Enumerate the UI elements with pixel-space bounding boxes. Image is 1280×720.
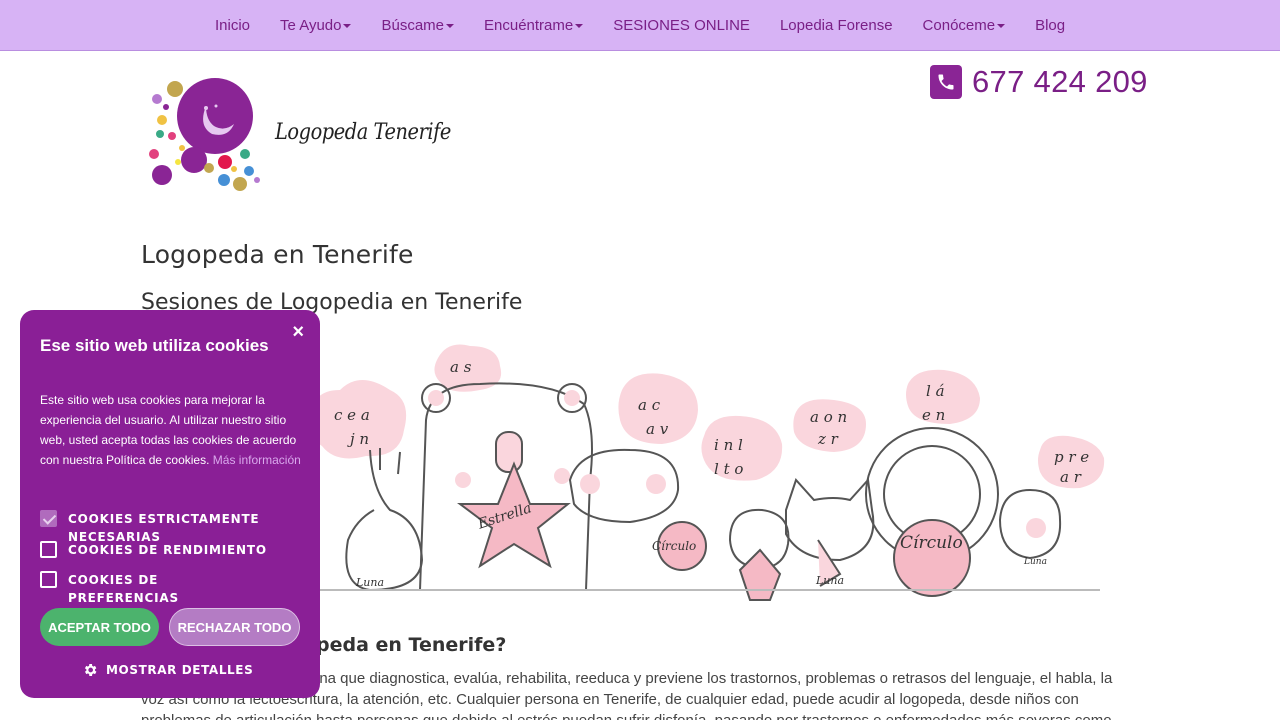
svg-text:p r e: p r e bbox=[1054, 448, 1089, 466]
phone-contact[interactable]: 677 424 209 bbox=[930, 64, 1148, 100]
performance-checkbox[interactable] bbox=[40, 541, 57, 558]
accept-all-button[interactable]: ACEPTAR TODO bbox=[40, 608, 159, 646]
nav-item-encuentrame[interactable]: Encuéntrame bbox=[469, 17, 598, 34]
nav-item-inicio[interactable]: Inicio bbox=[200, 17, 265, 34]
svg-text:i n l: i n l bbox=[714, 436, 743, 454]
cookie-title: Ese sitio web utiliza cookies bbox=[40, 336, 269, 355]
svg-text:Círculo: Círculo bbox=[652, 539, 696, 553]
phone-icon bbox=[930, 65, 962, 99]
svg-text:a r: a r bbox=[1060, 468, 1082, 486]
brand-name[interactable]: Logopeda Tenerife bbox=[275, 120, 451, 145]
nav-item-blog[interactable]: Blog bbox=[1020, 17, 1080, 34]
svg-text:l á: l á bbox=[926, 382, 945, 400]
svg-text:a v: a v bbox=[646, 420, 669, 438]
svg-text:e n: e n bbox=[922, 406, 945, 424]
page-title: Logopeda en Tenerife bbox=[141, 240, 414, 269]
cookie-description: Este sitio web usa cookies para mejorar … bbox=[40, 393, 301, 467]
animals-illustration: c e aj n a s a ca v i n ll t o a o nz r … bbox=[310, 344, 1105, 601]
preferences-checkbox[interactable] bbox=[40, 571, 57, 588]
caret-down-icon bbox=[446, 24, 455, 28]
svg-text:j n: j n bbox=[347, 430, 369, 448]
close-icon[interactable]: × bbox=[292, 322, 304, 342]
svg-text:a o n: a o n bbox=[810, 408, 847, 426]
svg-text:Luna: Luna bbox=[815, 574, 844, 587]
more-info-link[interactable]: Más información bbox=[213, 453, 301, 467]
show-details-button[interactable]: MOSTRAR DETALLES bbox=[82, 662, 253, 678]
svg-text:l t o: l t o bbox=[714, 460, 743, 478]
site-logo[interactable] bbox=[146, 76, 266, 196]
phone-number[interactable]: 677 424 209 bbox=[972, 64, 1148, 100]
necessary-checkbox[interactable] bbox=[40, 510, 57, 527]
nav-item-conoceme[interactable]: Conóceme bbox=[908, 17, 1021, 34]
nav-item-buscame[interactable]: Búscame bbox=[366, 17, 469, 34]
section-heading: peda en Tenerife? bbox=[316, 634, 507, 656]
svg-text:a c: a c bbox=[638, 396, 661, 414]
svg-text:Luna: Luna bbox=[1023, 557, 1047, 567]
svg-text:c e a: c e a bbox=[334, 406, 370, 424]
nav-item-lopedia-forense[interactable]: Lopedia Forense bbox=[765, 17, 908, 34]
svg-text:Luna: Luna bbox=[355, 576, 384, 589]
caret-down-icon bbox=[343, 24, 352, 28]
nav-item-sesiones-online[interactable]: SESIONES ONLINE bbox=[598, 17, 765, 34]
svg-text:Círculo: Círculo bbox=[900, 533, 963, 553]
svg-text:z r: z r bbox=[817, 430, 839, 448]
caret-down-icon bbox=[997, 24, 1006, 28]
nav-menu: Inicio Te Ayudo Búscame Encuéntrame SESI… bbox=[200, 0, 1080, 50]
cookie-option-preferences[interactable]: COOKIES DE PREFERENCIAS bbox=[40, 571, 268, 607]
svg-text:a s: a s bbox=[450, 358, 472, 376]
reject-all-button[interactable]: RECHAZAR TODO bbox=[169, 608, 300, 646]
nav-item-te-ayudo[interactable]: Te Ayudo bbox=[265, 17, 366, 34]
top-navigation: Inicio Te Ayudo Búscame Encuéntrame SESI… bbox=[0, 0, 1280, 51]
cookie-consent-dialog: × Ese sitio web utiliza cookies Este sit… bbox=[20, 310, 320, 698]
caret-down-icon bbox=[575, 24, 584, 28]
gear-icon bbox=[84, 664, 97, 676]
cookie-option-performance[interactable]: COOKIES DE RENDIMIENTO bbox=[40, 541, 268, 559]
